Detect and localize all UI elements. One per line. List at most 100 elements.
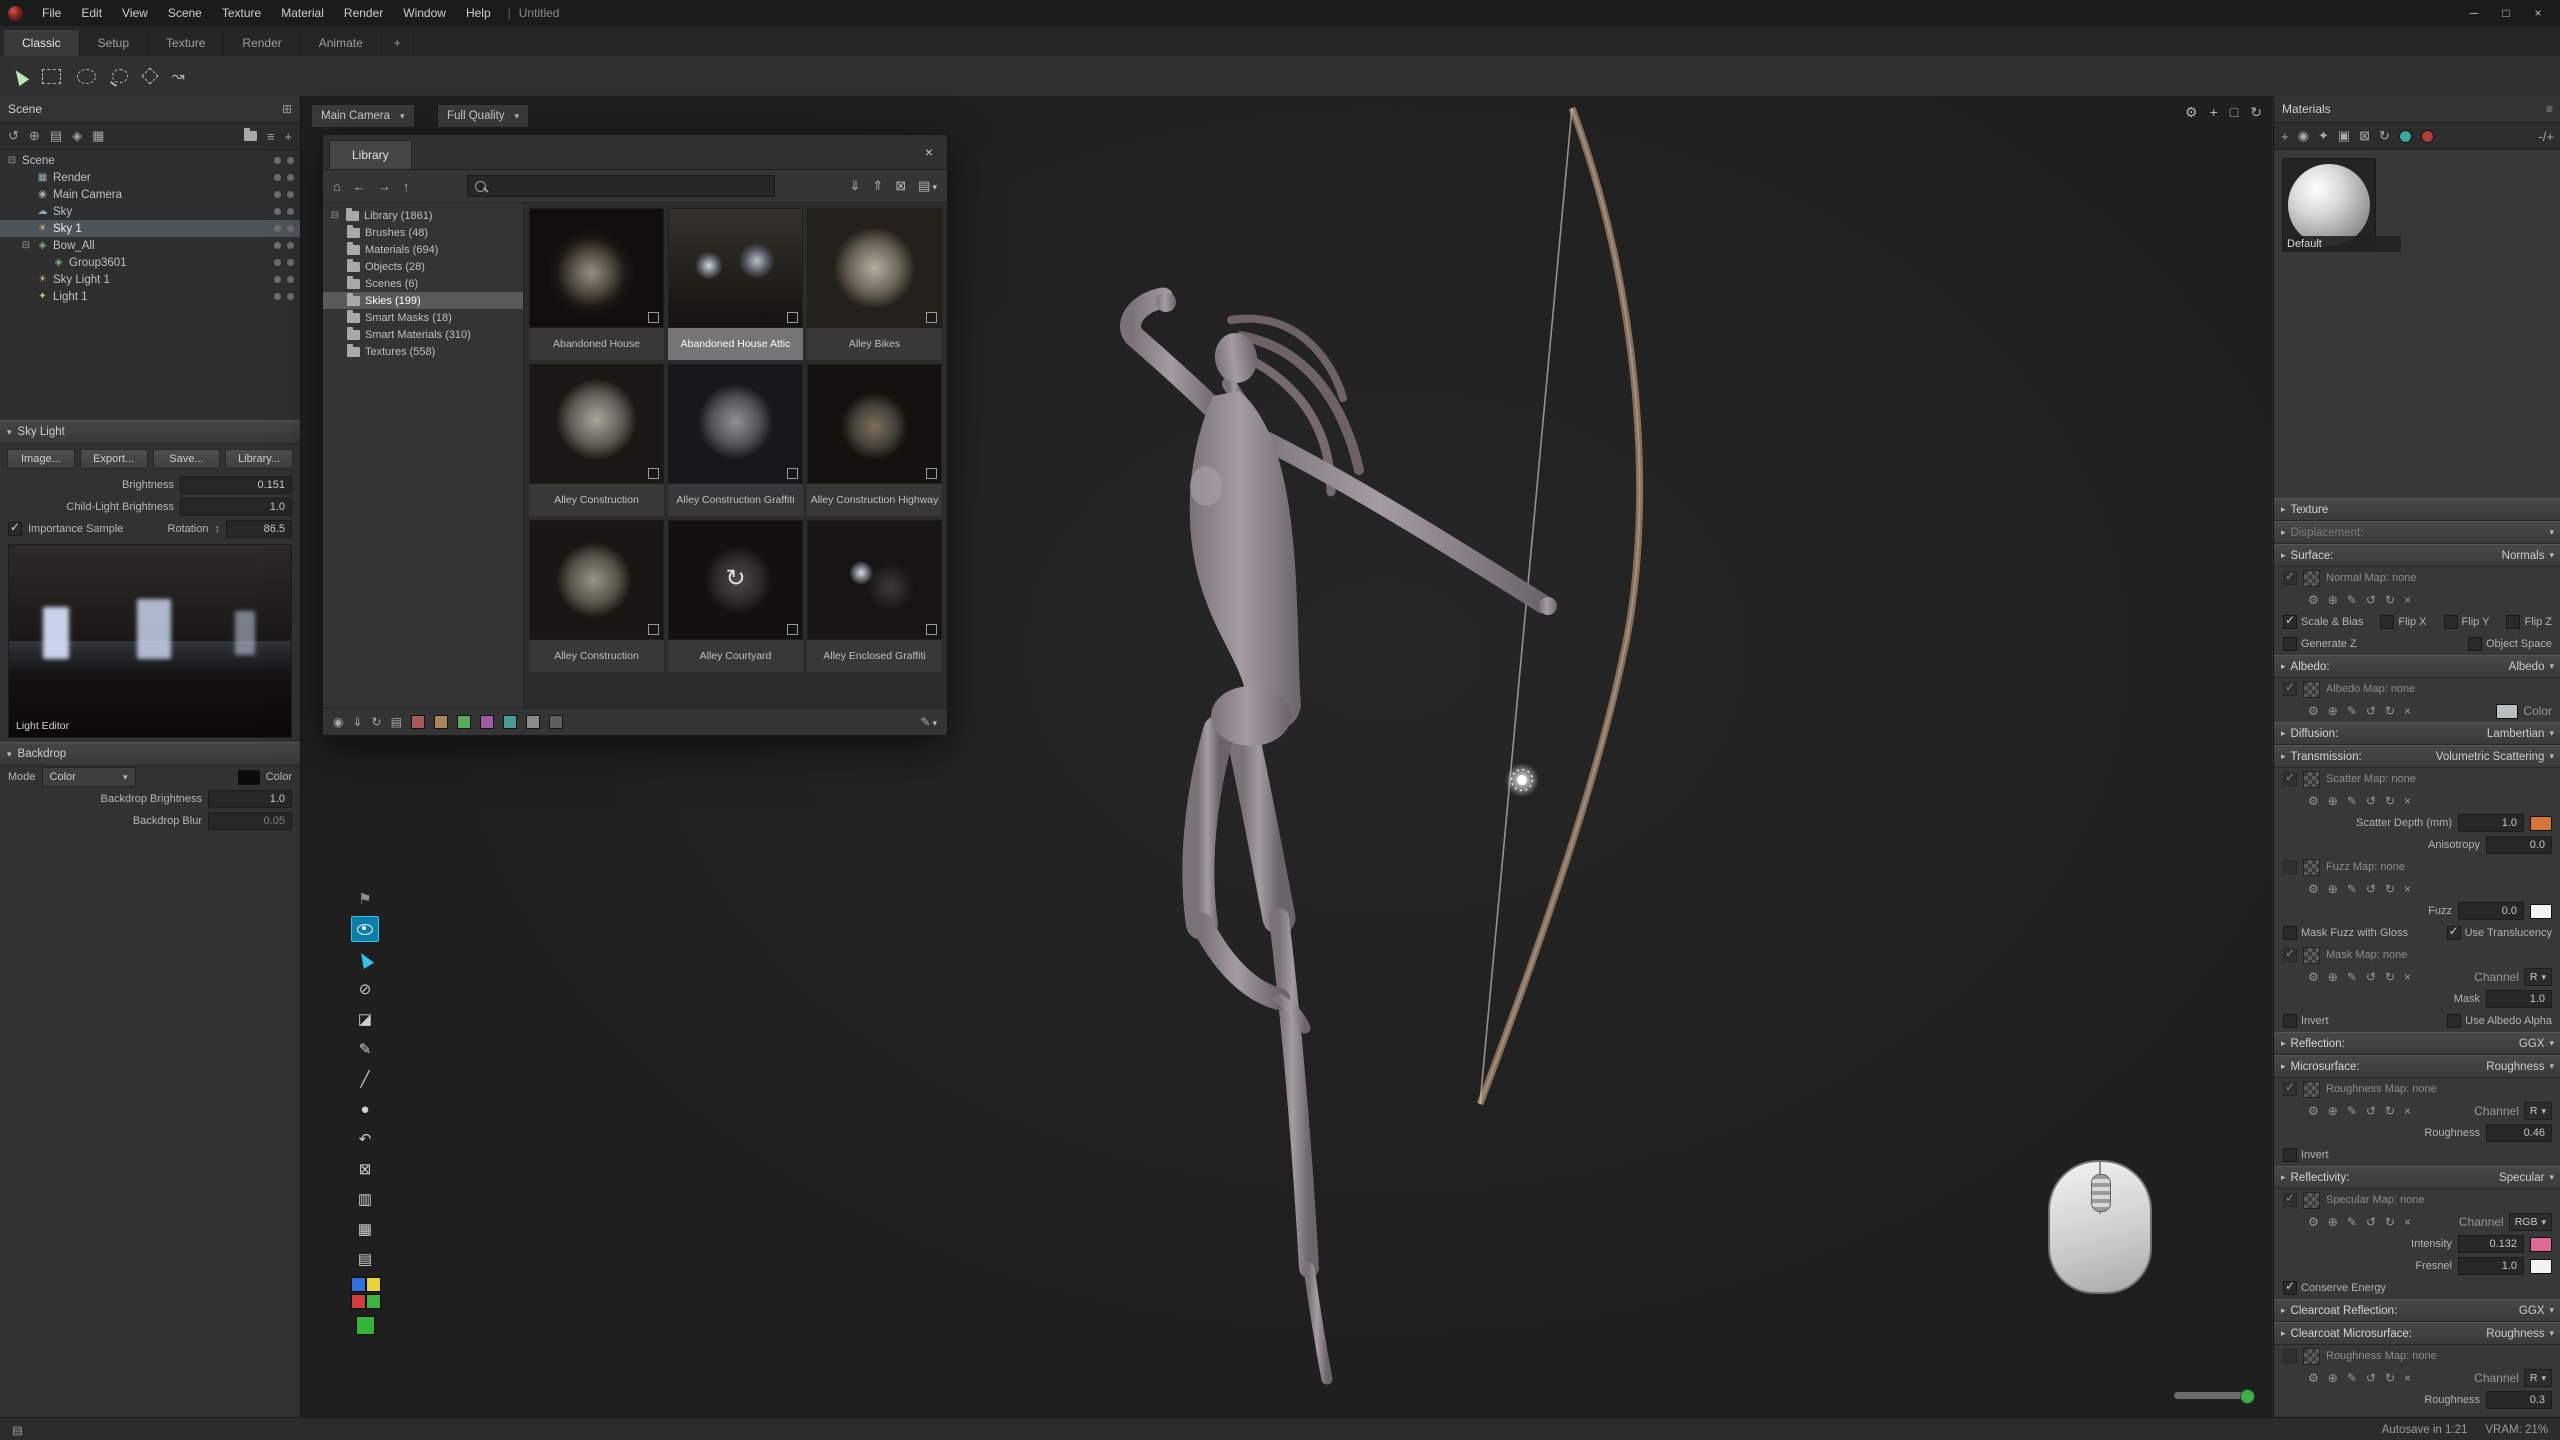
- sync-icon[interactable]: ↻: [372, 715, 382, 729]
- grid-icon[interactable]: ▦: [92, 128, 104, 144]
- swatch-yellow[interactable]: [366, 1277, 381, 1292]
- lock-toggle[interactable]: [274, 242, 281, 249]
- zoom-icon[interactable]: ⊕: [2328, 1371, 2338, 1385]
- tag-swatch[interactable]: [526, 715, 540, 729]
- clearcoat-roughness-map-checkbox[interactable]: [2283, 1349, 2297, 1363]
- reload-icon[interactable]: ↻: [2385, 593, 2395, 607]
- fuzz-color-swatch[interactable]: [2530, 904, 2552, 919]
- paint-icon[interactable]: ✎: [2347, 1104, 2357, 1118]
- clearcoat-reflection-select[interactable]: GGX▾: [2519, 1305, 2554, 1317]
- brush-dot-tool[interactable]: ●: [347, 1094, 383, 1124]
- normal-map-slot[interactable]: [2303, 570, 2320, 587]
- tag-swatch[interactable]: [503, 715, 517, 729]
- minimize-icon[interactable]: ─: [2460, 3, 2488, 23]
- menu-render[interactable]: Render: [335, 0, 392, 26]
- normal-map-checkbox[interactable]: [2283, 571, 2297, 585]
- use-translucency-checkbox[interactable]: [2447, 926, 2461, 940]
- select-arrow-icon[interactable]: [11, 66, 29, 85]
- reset-icon[interactable]: ↺: [2366, 794, 2376, 808]
- surface-select[interactable]: Normals▾: [2502, 550, 2554, 562]
- figure-silhouette[interactable]: [1130, 298, 1543, 1379]
- undo-tool[interactable]: ↶: [347, 1124, 383, 1154]
- zoom-icon[interactable]: ⊕: [2328, 794, 2338, 808]
- menu-file[interactable]: File: [33, 0, 70, 26]
- back-icon[interactable]: ←: [353, 179, 366, 194]
- lock-toggle[interactable]: [274, 293, 281, 300]
- scatter-color-swatch[interactable]: [2530, 816, 2552, 831]
- thumbnail-checkbox[interactable]: [787, 624, 798, 635]
- status-menu-icon[interactable]: ▤: [12, 1423, 23, 1437]
- mask-tool[interactable]: ⊘: [347, 974, 383, 1004]
- camera-select[interactable]: Main Camera▾: [311, 104, 415, 128]
- marquee-rect-icon[interactable]: [42, 69, 61, 84]
- library-tab[interactable]: Library: [329, 140, 412, 169]
- use-albedo-alpha-checkbox[interactable]: [2447, 1014, 2461, 1028]
- clear-icon[interactable]: ×: [2404, 794, 2411, 808]
- section-clearcoat-microsurface[interactable]: ▸Clearcoat Microsurface: Roughness▾: [2274, 1322, 2560, 1345]
- thumbnail-checkbox[interactable]: [926, 624, 937, 635]
- visibility-tool[interactable]: [351, 916, 379, 942]
- specular-map-checkbox[interactable]: [2283, 1193, 2297, 1207]
- diffusion-select[interactable]: Lambertian▾: [2487, 728, 2554, 740]
- settings-icon[interactable]: ⚙: [2308, 794, 2319, 808]
- library-thumbnail-selected[interactable]: Abandoned House Attic: [668, 208, 803, 360]
- intensity-field[interactable]: 0.132: [2458, 1235, 2524, 1253]
- albedo-select[interactable]: Albedo▾: [2509, 661, 2554, 673]
- folder-icon[interactable]: ▣: [2338, 128, 2350, 144]
- reset-icon[interactable]: ↺: [2366, 704, 2376, 718]
- folder-skies[interactable]: Skies (199): [323, 292, 523, 309]
- transform-curve-icon[interactable]: ↝: [172, 67, 185, 85]
- section-albedo[interactable]: ▸Albedo: Albedo▾: [2274, 655, 2560, 678]
- section-reflectivity[interactable]: ▸Reflectivity: Specular▾: [2274, 1166, 2560, 1189]
- record-icon[interactable]: ◉: [333, 715, 343, 729]
- clipboard-tool[interactable]: ▤: [347, 1244, 383, 1274]
- transmission-select[interactable]: Volumetric Scattering▾: [2436, 751, 2554, 763]
- scatter-map-checkbox[interactable]: [2283, 772, 2297, 786]
- menu-texture[interactable]: Texture: [213, 0, 270, 26]
- polygon-select-icon[interactable]: [142, 68, 159, 85]
- clear-icon[interactable]: ×: [2404, 882, 2411, 896]
- lasso-icon[interactable]: [112, 69, 128, 83]
- brush-options-icon[interactable]: ✎▾: [920, 715, 937, 729]
- library-thumbnail[interactable]: Alley Construction: [529, 364, 664, 516]
- generate-z-checkbox[interactable]: [2283, 637, 2297, 651]
- fresnel-color-swatch[interactable]: [2530, 1259, 2552, 1274]
- menu-help[interactable]: Help: [457, 0, 500, 26]
- lock-toggle[interactable]: [274, 174, 281, 181]
- menu-scene[interactable]: Scene: [159, 0, 211, 26]
- add-folder-icon[interactable]: +: [284, 129, 292, 144]
- backdrop-color-swatch[interactable]: [238, 770, 260, 785]
- tab-classic[interactable]: Classic: [4, 30, 80, 56]
- roughness-field[interactable]: 0.46: [2486, 1124, 2552, 1142]
- tab-texture[interactable]: Texture: [148, 30, 224, 56]
- reload-icon[interactable]: ↻: [2385, 1371, 2395, 1385]
- menu-view[interactable]: View: [113, 0, 157, 26]
- library-thumbnail[interactable]: Alley Construction Highway: [807, 364, 942, 516]
- object-space-checkbox[interactable]: [2468, 637, 2482, 651]
- image-tool[interactable]: ▦: [347, 1214, 383, 1244]
- bake-tool[interactable]: ▥: [347, 1184, 383, 1214]
- safe-frame-icon[interactable]: □: [2230, 104, 2238, 121]
- section-surface[interactable]: ▸Surface: Normals▾: [2274, 544, 2560, 567]
- invert-checkbox[interactable]: [2283, 1014, 2297, 1028]
- zoom-icon[interactable]: ⊕: [2328, 882, 2338, 896]
- settings-icon[interactable]: ⚙: [2308, 882, 2319, 896]
- library-thumbnail[interactable]: Alley Construction Graffiti: [668, 364, 803, 516]
- lock-toggle[interactable]: [274, 208, 281, 215]
- viewport-scroll-pill[interactable]: [2174, 1392, 2250, 1399]
- section-microsurface[interactable]: ▸Microsurface: Roughness▾: [2274, 1055, 2560, 1078]
- sky-light-section-header[interactable]: ▾Sky Light: [0, 420, 300, 444]
- move-widget-icon[interactable]: +: [2210, 104, 2218, 121]
- close-icon[interactable]: ×: [917, 142, 941, 162]
- settings-icon[interactable]: ⚙: [2308, 593, 2319, 607]
- rotation-field[interactable]: 86.5: [226, 520, 292, 538]
- reload-icon[interactable]: ↻: [2385, 1215, 2395, 1229]
- settings-icon[interactable]: ⚙: [2308, 970, 2319, 984]
- visibility-toggle[interactable]: [287, 293, 294, 300]
- clear-material-icon[interactable]: ✦: [2318, 128, 2329, 144]
- library-thumbnail[interactable]: Alley Construction: [529, 520, 664, 672]
- sphere-preview-red-icon[interactable]: [2421, 130, 2434, 143]
- roughness-map-checkbox[interactable]: [2283, 1082, 2297, 1096]
- invert-checkbox[interactable]: [2283, 1148, 2297, 1162]
- maximize-icon[interactable]: □: [2492, 3, 2520, 23]
